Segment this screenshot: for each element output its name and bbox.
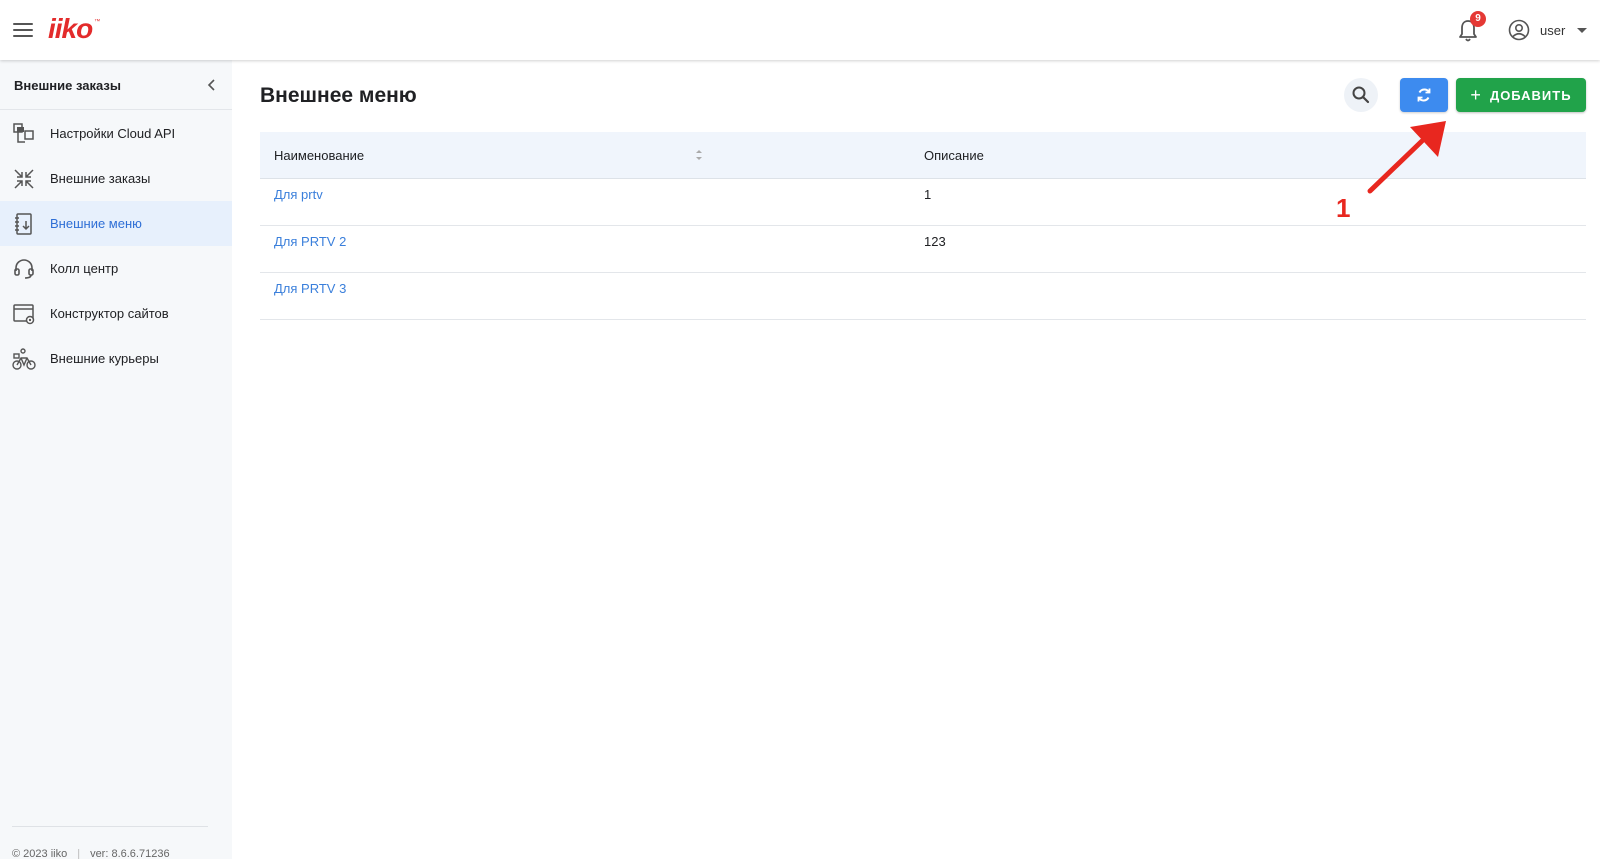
courier-bike-icon xyxy=(12,348,36,370)
refresh-button[interactable] xyxy=(1400,78,1448,112)
table-row[interactable]: Для PRTV 3 xyxy=(260,273,1586,320)
menu-description: 123 xyxy=(924,234,946,249)
external-menu-icon xyxy=(15,213,32,235)
column-header-name[interactable]: Наименование xyxy=(274,148,364,163)
sidebar-item-call-center[interactable]: Колл центр xyxy=(0,246,232,291)
external-orders-icon xyxy=(14,169,34,189)
sidebar-nav: Настройки Cloud API Внешние заказы Внешн… xyxy=(0,111,232,381)
sidebar-item-label: Настройки Cloud API xyxy=(50,126,176,141)
chevron-left-icon[interactable] xyxy=(205,78,219,92)
search-icon xyxy=(1352,86,1370,104)
menu-name-link[interactable]: Для PRTV 3 xyxy=(274,281,346,296)
sidebar-item-cloud-api[interactable]: Настройки Cloud API xyxy=(0,111,232,156)
menu-name-link[interactable]: Для PRTV 2 xyxy=(274,234,346,249)
notifications-badge: 9 xyxy=(1470,11,1486,27)
menu-description: 1 xyxy=(924,187,932,202)
logo-trademark: ™ xyxy=(94,19,101,25)
sidebar-item-label: Внешние курьеры xyxy=(50,351,159,366)
user-name: user xyxy=(1540,22,1566,38)
sidebar-item-site-builder[interactable]: Конструктор сайтов xyxy=(0,291,232,336)
page-title: Внешнее меню xyxy=(260,84,417,107)
user-avatar-icon xyxy=(1508,19,1530,41)
footer-separator: | xyxy=(77,848,81,859)
hamburger-menu-icon[interactable] xyxy=(13,22,33,38)
version-text: ver: 8.6.6.71236 xyxy=(90,848,170,859)
sidebar-item-external-orders[interactable]: Внешние заказы xyxy=(0,156,232,201)
headset-icon xyxy=(14,259,34,279)
annotation-number: 1 xyxy=(1336,193,1351,223)
chevron-down-icon xyxy=(1577,27,1588,33)
top-bar: iiko ™ 9 user xyxy=(0,0,1600,60)
iiko-logo[interactable]: iiko ™ xyxy=(48,13,100,44)
cloud-api-settings-icon xyxy=(13,123,34,143)
copyright-text: © 2023 iiko xyxy=(12,848,68,859)
sidebar-item-external-menu[interactable]: Внешние меню xyxy=(0,201,232,246)
sidebar-item-label: Внешние заказы xyxy=(50,171,151,186)
search-button[interactable] xyxy=(1344,78,1378,112)
annotation-arrow-icon xyxy=(1367,121,1446,194)
user-menu[interactable]: user xyxy=(1508,18,1588,42)
refresh-icon xyxy=(1417,88,1431,102)
plus-icon: + xyxy=(1470,85,1482,105)
sidebar-footer-divider xyxy=(12,826,208,827)
sidebar-item-external-couriers[interactable]: Внешние курьеры xyxy=(0,336,232,381)
add-button-label: ДОБАВИТЬ xyxy=(1489,87,1572,103)
logo-text: iiko xyxy=(48,13,93,44)
sidebar-header: Внешние заказы xyxy=(0,60,232,110)
column-header-description: Описание xyxy=(924,148,984,163)
sidebar: Внешние заказы Настройки Cloud API Внешн… xyxy=(0,60,232,859)
sidebar-item-label: Конструктор сайтов xyxy=(50,306,169,321)
menu-name-link[interactable]: Для prtv xyxy=(274,187,323,202)
site-builder-icon xyxy=(13,304,35,325)
add-button[interactable]: + ДОБАВИТЬ xyxy=(1456,78,1586,112)
sidebar-item-label: Внешние меню xyxy=(50,216,142,231)
sort-icon[interactable] xyxy=(694,148,704,162)
sidebar-item-label: Колл центр xyxy=(50,261,119,276)
sidebar-footer: © 2023 iiko | ver: 8.6.6.71236 xyxy=(12,848,170,859)
table-row[interactable]: Для PRTV 2 123 xyxy=(260,226,1586,273)
sidebar-title: Внешние заказы xyxy=(14,78,121,93)
